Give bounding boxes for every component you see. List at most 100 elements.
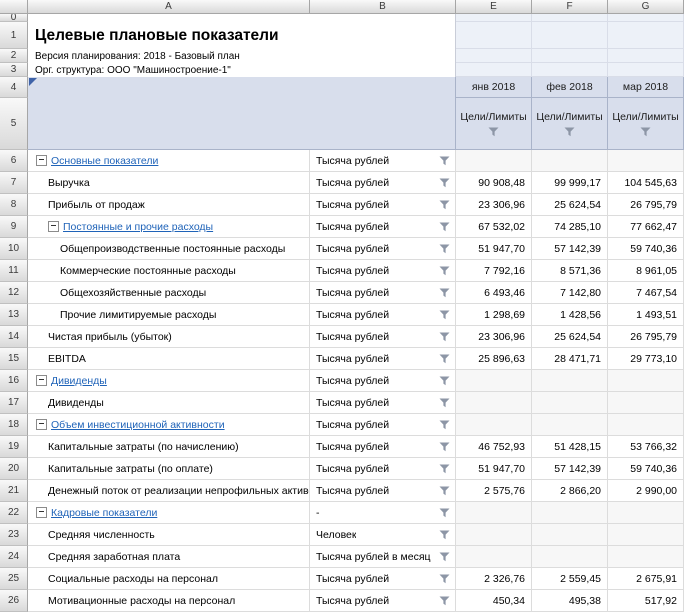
cell-value[interactable]: 7 142,80 [532, 282, 608, 304]
cell-value[interactable]: 51 947,70 [456, 238, 532, 260]
title-cell[interactable]: Целевые плановые показатели [28, 22, 456, 49]
cell-value[interactable]: 25 896,63 [456, 348, 532, 370]
empty-cell[interactable] [456, 14, 532, 22]
column-header-e[interactable]: E [456, 0, 532, 14]
month-header-feb[interactable]: фев 2018 [532, 77, 608, 98]
cell-value[interactable] [532, 392, 608, 414]
row-number[interactable]: 9 [0, 216, 28, 238]
measure-header[interactable]: Цели/Лимиты [456, 98, 532, 150]
filter-icon[interactable] [439, 508, 450, 518]
row-number[interactable]: 14 [0, 326, 28, 348]
row-number[interactable]: 0 [0, 14, 28, 22]
cell-value[interactable] [608, 546, 684, 568]
cell-unit[interactable]: Тысяча рублей [310, 436, 456, 458]
cell-value[interactable] [608, 524, 684, 546]
cell-value[interactable]: 99 999,17 [532, 172, 608, 194]
filter-icon[interactable] [439, 376, 450, 386]
cell-value[interactable]: 1 493,51 [608, 304, 684, 326]
cell-value[interactable]: 2 326,76 [456, 568, 532, 590]
cell-value[interactable] [456, 414, 532, 436]
cell-value[interactable] [456, 524, 532, 546]
column-header-b[interactable]: B [310, 0, 456, 14]
cell-unit[interactable]: Тысяча рублей [310, 348, 456, 370]
row-number[interactable]: 4 [0, 77, 28, 98]
filter-icon[interactable] [439, 354, 450, 364]
group-link[interactable]: Кадровые показатели [51, 507, 157, 519]
cell-unit[interactable]: Тысяча рублей [310, 304, 456, 326]
empty-cell[interactable] [532, 49, 608, 63]
filter-icon[interactable] [439, 552, 450, 562]
cell-value[interactable] [456, 502, 532, 524]
column-header-f[interactable]: F [532, 0, 608, 14]
cell-unit[interactable]: Тысяча рублей [310, 590, 456, 612]
minus-square-icon[interactable] [36, 155, 47, 166]
filter-icon[interactable] [439, 530, 450, 540]
empty-cell[interactable] [456, 49, 532, 63]
empty-cell[interactable] [608, 49, 684, 63]
row-number[interactable]: 10 [0, 238, 28, 260]
cell-value[interactable]: 74 285,10 [532, 216, 608, 238]
cell-value[interactable] [608, 502, 684, 524]
row-number[interactable]: 1 [0, 22, 28, 49]
cell-value[interactable]: 7 467,54 [608, 282, 684, 304]
row-number[interactable]: 19 [0, 436, 28, 458]
filter-icon[interactable] [439, 420, 450, 430]
group-link[interactable]: Дивиденды [51, 375, 107, 387]
cell-indicator[interactable]: Основные показатели [28, 150, 310, 172]
cell-value[interactable]: 90 908,48 [456, 172, 532, 194]
empty-cell[interactable] [456, 22, 532, 49]
minus-square-icon[interactable] [36, 419, 47, 430]
cell-value[interactable] [608, 150, 684, 172]
filter-icon[interactable] [640, 127, 651, 137]
measure-header[interactable]: Цели/Лимиты [532, 98, 608, 150]
cell-indicator[interactable]: Мотивационные расходы на персонал [28, 590, 310, 612]
cell-value[interactable]: 59 740,36 [608, 458, 684, 480]
row-number[interactable]: 20 [0, 458, 28, 480]
group-link[interactable]: Объем инвестиционной активности [51, 419, 225, 431]
cell-indicator[interactable]: Капитальные затраты (по оплате) [28, 458, 310, 480]
filter-icon[interactable] [439, 200, 450, 210]
cell-value[interactable] [532, 414, 608, 436]
cell-value[interactable]: 67 532,02 [456, 216, 532, 238]
filter-icon[interactable] [439, 464, 450, 474]
cell-value[interactable] [532, 546, 608, 568]
version-cell[interactable]: Версия планирования: 2018 - Базовый план [28, 49, 456, 63]
cell-indicator[interactable]: Кадровые показатели [28, 502, 310, 524]
column-header-g[interactable]: G [608, 0, 684, 14]
cell-unit[interactable]: Тысяча рублей [310, 326, 456, 348]
filter-icon[interactable] [439, 222, 450, 232]
cell-indicator[interactable]: Общехозяйственные расходы [28, 282, 310, 304]
cell-indicator[interactable]: Выручка [28, 172, 310, 194]
cell-indicator[interactable]: EBITDA [28, 348, 310, 370]
cell-value[interactable]: 2 559,45 [532, 568, 608, 590]
row-number[interactable]: 21 [0, 480, 28, 502]
cell-indicator[interactable]: Прибыль от продаж [28, 194, 310, 216]
row-number[interactable]: 23 [0, 524, 28, 546]
month-header-jan[interactable]: янв 2018 [456, 77, 532, 98]
cell-unit[interactable]: Человек [310, 524, 456, 546]
cell-value[interactable]: 57 142,39 [532, 238, 608, 260]
cell-value[interactable]: 25 624,54 [532, 326, 608, 348]
cell-indicator[interactable]: Дивиденды [28, 370, 310, 392]
cell-value[interactable]: 77 662,47 [608, 216, 684, 238]
cell-unit[interactable]: Тысяча рублей [310, 370, 456, 392]
cell-indicator[interactable]: Чистая прибыль (убыток) [28, 326, 310, 348]
minus-square-icon[interactable] [36, 507, 47, 518]
cell-value[interactable]: 57 142,39 [532, 458, 608, 480]
cell-value[interactable]: 1 428,56 [532, 304, 608, 326]
cell-value[interactable]: 2 866,20 [532, 480, 608, 502]
month-header-mar[interactable]: мар 2018 [608, 77, 684, 98]
cell-unit[interactable]: Тысяча рублей [310, 172, 456, 194]
empty-cell[interactable] [608, 14, 684, 22]
cell-value[interactable]: 495,38 [532, 590, 608, 612]
group-link[interactable]: Основные показатели [51, 155, 158, 167]
row-number[interactable]: 16 [0, 370, 28, 392]
cell-indicator[interactable]: Денежный поток от реализации непрофильны… [28, 480, 310, 502]
cell-unit[interactable]: Тысяча рублей [310, 216, 456, 238]
filter-icon[interactable] [439, 310, 450, 320]
cell-value[interactable]: 26 795,79 [608, 194, 684, 216]
cell-indicator[interactable]: Постоянные и прочие расходы [28, 216, 310, 238]
cell-value[interactable] [456, 392, 532, 414]
row-number[interactable]: 13 [0, 304, 28, 326]
cell-value[interactable]: 51 428,15 [532, 436, 608, 458]
